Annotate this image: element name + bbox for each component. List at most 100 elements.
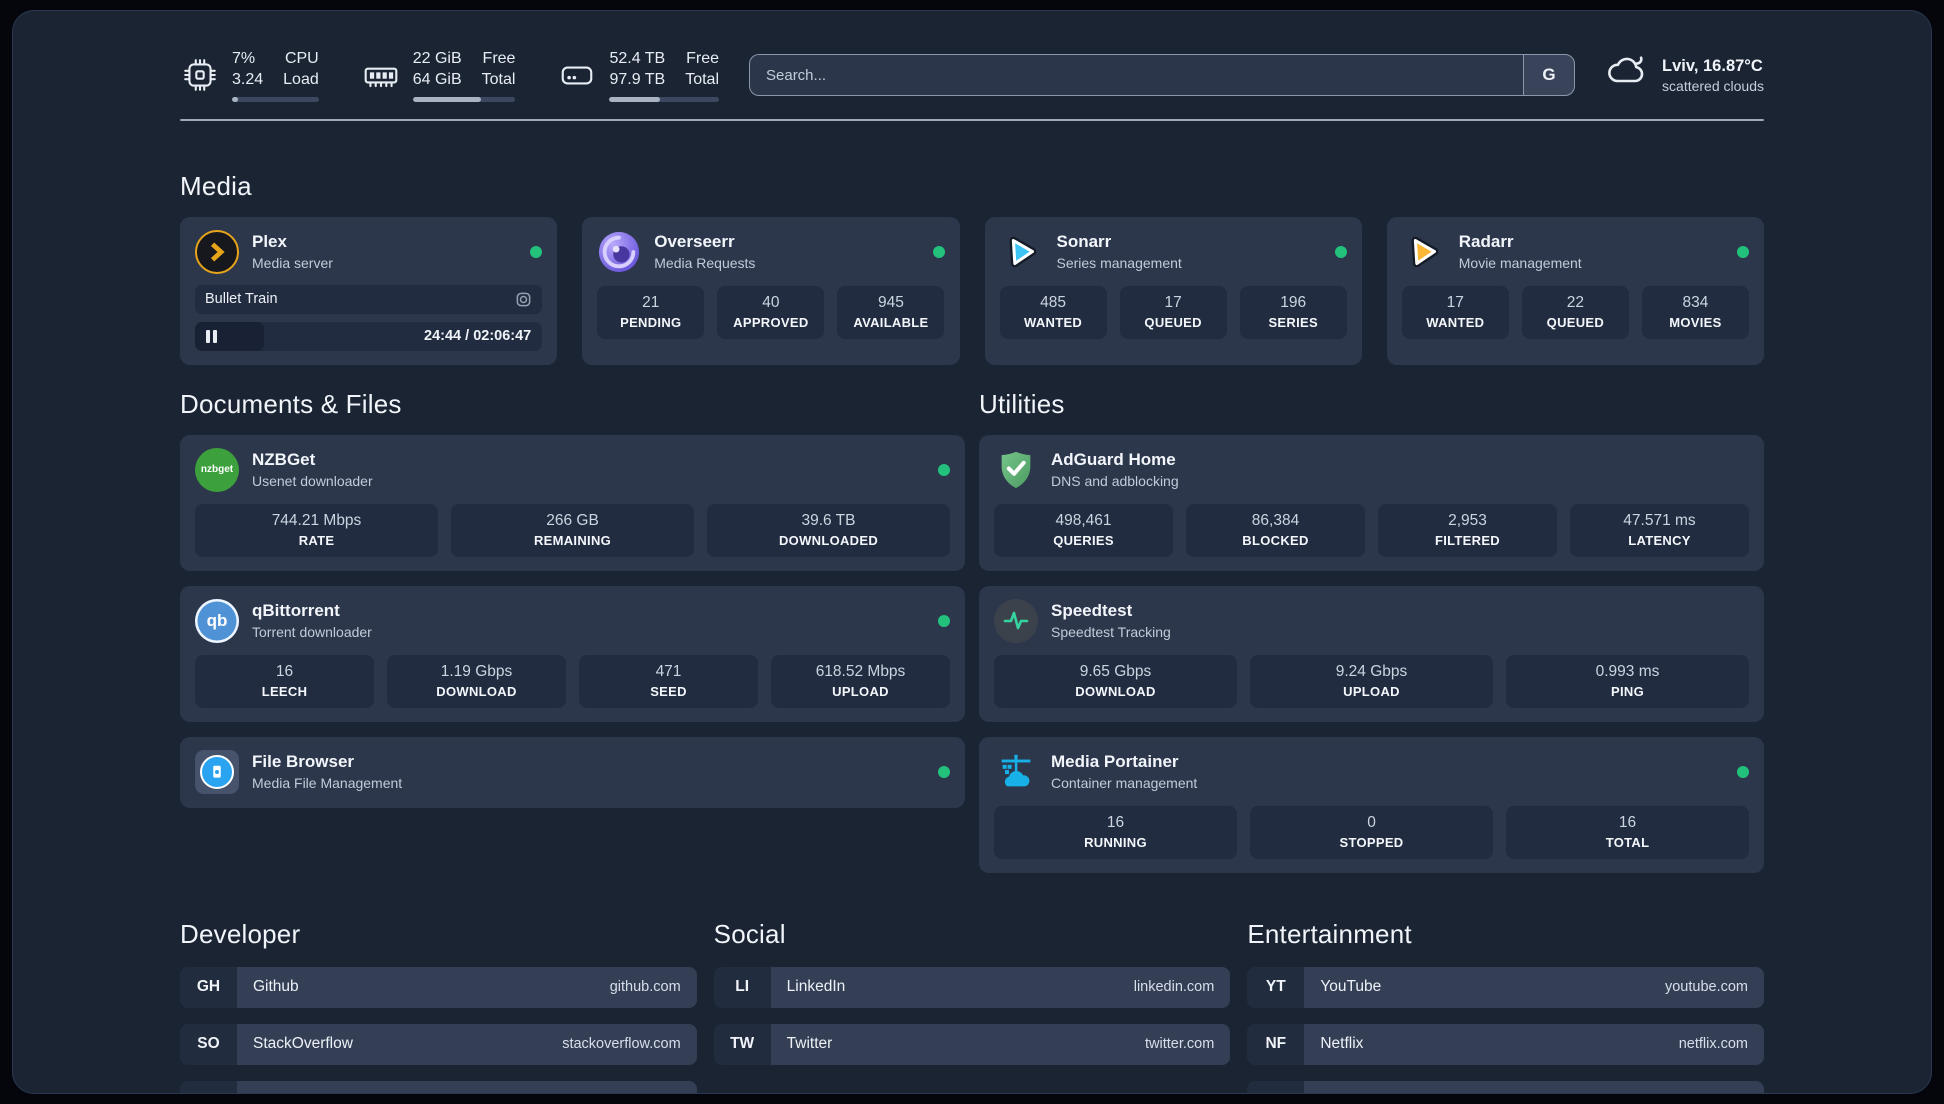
ram-total-label: Total: [481, 70, 516, 88]
link-abbr: RE: [1247, 1080, 1305, 1093]
nzbget-card[interactable]: nzbget NZBGet Usenet downloader 744.21 M…: [180, 434, 965, 571]
stat-running: 16 RUNNING: [994, 805, 1237, 859]
social-section-title: Social: [713, 918, 786, 949]
social-section: Social LI LinkedIn linkedin.com TW Twitte…: [713, 918, 1231, 1093]
stat-series: 196 SERIES: [1239, 285, 1347, 339]
cpu-stat: 7% 3.24 CPU Load: [180, 49, 319, 102]
status-online-dot: [938, 614, 950, 627]
qbittorrent-icon: qb: [195, 598, 239, 643]
link-abbr: LI: [713, 966, 771, 1008]
stat-upload: 9.24 Gbps UPLOAD: [1250, 654, 1493, 708]
link-url: github.com: [609, 979, 681, 996]
disk-free-label: Free: [686, 50, 719, 67]
dashboard-page: 7% 3.24 CPU Load 22 GiB 64 GiB Free Tota…: [12, 10, 1932, 1094]
search-input[interactable]: [749, 54, 1524, 97]
link-stackoverflow[interactable]: SO StackOverflow stackoverflow.com: [180, 1023, 697, 1065]
header: 7% 3.24 CPU Load 22 GiB 64 GiB Free Tota…: [180, 49, 1764, 102]
stat-seed: 471 SEED: [579, 654, 758, 708]
app-description: Container management: [1051, 775, 1198, 792]
media-section: Media Plex Media server Bullet Train 24:…: [180, 171, 1764, 365]
stat-wanted: 17 WANTED: [1401, 285, 1509, 339]
nzbget-icon: nzbget: [195, 447, 239, 492]
stat-leech: 16 LEECH: [195, 654, 374, 708]
link-abbr: GH: [180, 966, 237, 1008]
documents-section: Documents & Files nzbget NZBGet Usenet d…: [180, 389, 965, 873]
link-linkedin[interactable]: LI LinkedIn linkedin.com: [713, 966, 1231, 1008]
link-dev[interactable]: DT DEV dev.to: [180, 1080, 697, 1094]
link-github[interactable]: GH Github github.com: [180, 966, 697, 1008]
link-name: LinkedIn: [786, 978, 846, 996]
media-source-icon: [515, 291, 532, 308]
link-twitter[interactable]: TW Twitter twitter.com: [713, 1023, 1231, 1065]
weather-location-temp: Lviv, 16.87°C: [1662, 56, 1763, 75]
now-playing-title: Bullet Train: [205, 291, 278, 308]
stat-pending: 21 PENDING: [597, 285, 705, 339]
stat-movies: 834 MOVIES: [1641, 285, 1749, 339]
link-netflix[interactable]: NF Netflix netflix.com: [1247, 1023, 1764, 1065]
stat-filtered: 2,953 FILTERED: [1378, 503, 1557, 557]
link-youtube[interactable]: YT YouTube youtube.com: [1247, 966, 1764, 1008]
app-name: Sonarr: [1056, 232, 1112, 252]
now-playing-row: Bullet Train: [195, 284, 543, 314]
developer-section: Developer GH Github github.com SO StackOv…: [180, 919, 697, 1094]
adguard-card[interactable]: AdGuard Home DNS and adblocking 498,461 Q…: [979, 434, 1764, 571]
status-online-dot: [938, 765, 950, 778]
sonarr-card[interactable]: Sonarr Series management 485 WANTED 17 QUE…: [984, 216, 1362, 365]
app-description: DNS and adblocking: [1051, 473, 1179, 490]
cpu-load-label: Load: [283, 70, 319, 88]
playback-progress-bar: 24:44 / 02:06:47: [195, 321, 543, 351]
app-description: Media File Management: [252, 775, 403, 792]
radarr-card[interactable]: Radarr Movie management 17 WANTED 22 QUEUE…: [1386, 216, 1764, 365]
plex-card[interactable]: Plex Media server Bullet Train 24:44 / 0…: [180, 216, 558, 365]
pause-button[interactable]: [206, 329, 217, 343]
search-engine-button[interactable]: G: [1523, 54, 1576, 97]
speedtest-icon: [994, 598, 1038, 643]
link-reddit[interactable]: RE Reddit reddit.com: [1247, 1080, 1764, 1094]
speedtest-card[interactable]: Speedtest Speedtest Tracking 9.65 Gbps DO…: [979, 585, 1764, 722]
weather-condition: scattered clouds: [1662, 77, 1764, 94]
link-url: reddit.com: [1680, 1093, 1748, 1094]
stat-queries: 498,461 QUERIES: [994, 503, 1173, 557]
app-description: Usenet downloader: [252, 473, 373, 490]
link-url: stackoverflow.com: [562, 1036, 681, 1053]
link-name: DEV: [253, 1092, 285, 1093]
utilities-section-title: Utilities: [979, 388, 1065, 419]
link-abbr: YT: [1247, 966, 1305, 1008]
app-name: AdGuard Home: [1051, 450, 1176, 470]
stat-stopped: 0 STOPPED: [1250, 805, 1493, 859]
link-name: Netflix: [1320, 1035, 1364, 1053]
entertainment-section-title: Entertainment: [1247, 918, 1412, 949]
filebrowser-card[interactable]: File Browser Media File Management: [180, 736, 965, 808]
app-description: Series management: [1056, 255, 1182, 272]
app-name: NZBGet: [252, 450, 316, 470]
disk-stat: 52.4 TB 97.9 TB Free Total: [557, 49, 719, 102]
qbittorrent-card[interactable]: qb qBittorrent Torrent downloader 16 LEEC…: [180, 585, 965, 722]
link-name: Twitter: [786, 1035, 833, 1053]
link-url: dev.to: [642, 1093, 680, 1094]
stat-approved: 40 APPROVED: [717, 285, 825, 339]
portainer-card[interactable]: Media Portainer Container management 16 R…: [979, 736, 1764, 873]
link-url: netflix.com: [1678, 1036, 1748, 1053]
overseerr-card[interactable]: Overseerr Media Requests 21 PENDING 40 APP…: [582, 216, 960, 365]
stat-blocked: 86,384 BLOCKED: [1186, 503, 1365, 557]
link-name: YouTube: [1320, 978, 1382, 996]
documents-section-title: Documents & Files: [180, 388, 402, 419]
ram-free-value: 22 GiB: [412, 50, 462, 67]
disk-free-value: 52.4 TB: [609, 50, 666, 67]
link-abbr: SO: [180, 1023, 237, 1065]
header-divider: [180, 118, 1764, 121]
disk-total-label: Total: [685, 70, 719, 88]
stat-queued: 22 QUEUED: [1521, 285, 1629, 339]
status-online-dot: [530, 245, 543, 258]
plex-icon: [195, 229, 239, 274]
radarr-icon: [1402, 230, 1446, 274]
link-url: youtube.com: [1664, 979, 1748, 996]
disk-icon: [557, 55, 597, 95]
app-description: Torrent downloader: [252, 624, 372, 641]
stat-upload: 618.52 Mbps UPLOAD: [771, 654, 950, 708]
stat-available: 945 AVAILABLE: [837, 285, 945, 339]
app-description: Speedtest Tracking: [1051, 624, 1171, 641]
media-section-title: Media: [180, 170, 252, 201]
sonarr-icon: [1000, 230, 1044, 274]
app-name: Speedtest: [1051, 601, 1133, 621]
